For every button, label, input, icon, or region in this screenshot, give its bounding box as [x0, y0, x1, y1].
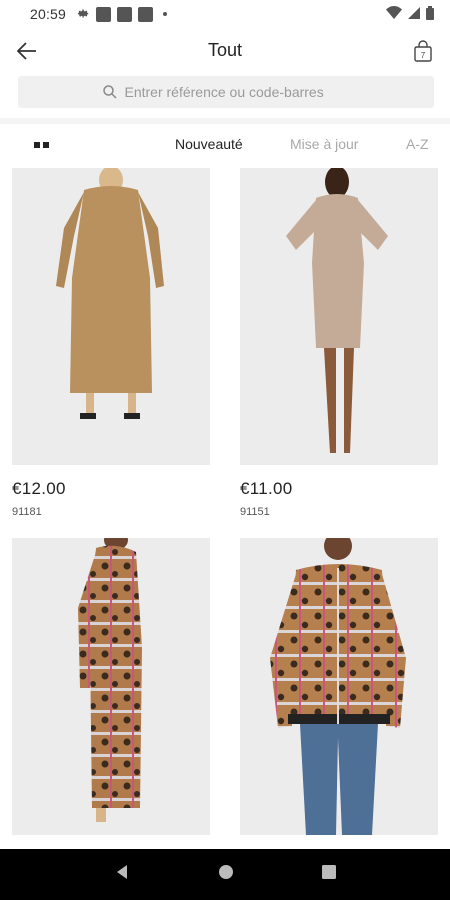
app-header: Tout 7	[0, 28, 450, 74]
square-recents-icon	[322, 865, 336, 879]
status-time: 20:59	[30, 6, 67, 22]
nav-back-button[interactable]	[114, 864, 130, 885]
product-card[interactable]	[12, 538, 210, 849]
product-card[interactable]	[240, 538, 438, 849]
wifi-icon	[386, 6, 402, 22]
search-bar[interactable]	[18, 76, 434, 108]
triangle-back-icon	[117, 865, 127, 879]
page-title: Tout	[207, 40, 243, 60]
cart-button[interactable]: 7	[406, 34, 440, 68]
product-card[interactable]: €12.00 91181	[12, 168, 210, 518]
product-reference: 91151	[240, 506, 270, 518]
product-image[interactable]	[12, 538, 210, 835]
product-reference: 91181	[12, 506, 42, 518]
notification-icon	[96, 6, 112, 22]
sort-tab-alphabetical[interactable]: A-Z	[406, 136, 429, 152]
sort-tab-updated[interactable]: Mise à jour	[290, 136, 358, 152]
product-image[interactable]	[240, 168, 438, 465]
settings-gear-icon	[76, 6, 90, 23]
product-image[interactable]	[240, 538, 438, 835]
grid-view-toggle[interactable]	[34, 136, 54, 154]
circle-home-icon	[219, 865, 233, 879]
nav-recents-button[interactable]	[322, 865, 336, 884]
more-notifications-dot-icon	[163, 12, 168, 16]
sort-tab-newest[interactable]: Nouveauté	[175, 136, 243, 152]
search-input[interactable]	[124, 84, 350, 100]
grid-view-icon	[34, 142, 40, 148]
system-navigation-bar	[0, 849, 450, 900]
product-price: €12.00	[12, 479, 66, 498]
signal-icon	[408, 6, 420, 22]
nav-home-button[interactable]	[218, 864, 234, 885]
cart-count: 7	[421, 51, 426, 60]
search-icon	[102, 85, 117, 99]
status-bar: 20:59	[0, 0, 450, 28]
product-image[interactable]	[12, 168, 210, 465]
grid-view-icon	[43, 142, 49, 148]
product-price: €11.00	[240, 479, 293, 498]
product-card[interactable]: €11.00 91151	[240, 168, 438, 518]
shopping-bag-icon: 7	[414, 40, 432, 62]
sort-bar: Nouveauté Mise à jour A-Z	[0, 124, 450, 166]
notification-icon	[138, 6, 154, 22]
battery-icon	[426, 5, 434, 23]
notification-icon	[117, 6, 133, 22]
